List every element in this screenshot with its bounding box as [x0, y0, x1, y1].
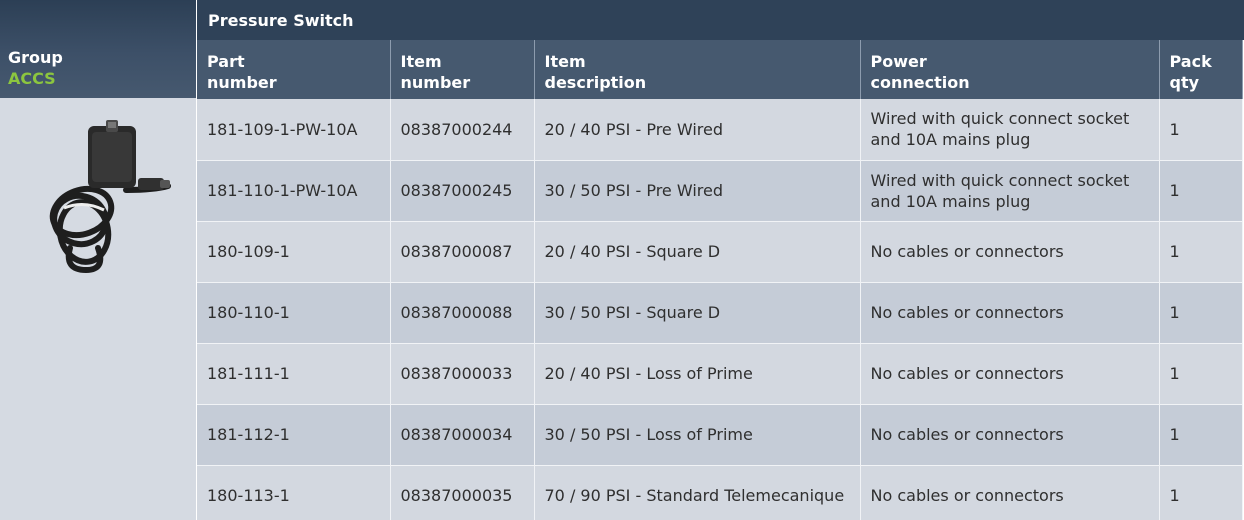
column-header-item-number: Item number [390, 40, 535, 99]
product-image-panel [0, 98, 196, 520]
cell-item-description: 20 / 40 PSI - Square D [534, 221, 861, 283]
cell-item-number: 08387000244 [390, 99, 535, 161]
cell-item-description: 30 / 50 PSI - Square D [534, 282, 861, 344]
cell-part-number: 180-109-1 [197, 221, 391, 283]
cell-item-description: 20 / 40 PSI - Loss of Prime [534, 343, 861, 405]
cell-power-connection: No cables or connectors [860, 343, 1160, 405]
column-header-pack-qty: Pack qty [1159, 40, 1243, 99]
cell-power-connection: Wired with quick connect socket and 10A … [860, 160, 1160, 222]
cell-part-number: 181-110-1-PW-10A [197, 160, 391, 222]
cell-power-connection: Wired with quick connect socket and 10A … [860, 99, 1160, 161]
table-row[interactable]: 181-112-1 08387000034 30 / 50 PSI - Loss… [197, 404, 1243, 466]
table-header-row: Part number Item number Item description… [197, 40, 1243, 99]
cell-item-number: 08387000088 [390, 282, 535, 344]
cell-item-number: 08387000035 [390, 465, 535, 520]
column-header-text: number [207, 73, 277, 92]
cell-pack-qty: 1 [1159, 160, 1243, 222]
cell-item-description: 70 / 90 PSI - Standard Telemecanique [534, 465, 861, 520]
column-header-text: Power [870, 52, 927, 71]
cell-item-number: 08387000245 [390, 160, 535, 222]
section-title: Pressure Switch [197, 0, 1244, 40]
table-row[interactable]: 180-113-1 08387000035 70 / 90 PSI - Stan… [197, 465, 1243, 520]
group-label: Group [8, 48, 63, 67]
cell-pack-qty: 1 [1159, 221, 1243, 283]
group-value[interactable]: ACCS [8, 68, 196, 90]
cell-item-description: 30 / 50 PSI - Loss of Prime [534, 404, 861, 466]
cell-pack-qty: 1 [1159, 404, 1243, 466]
column-header-text: Pack [1169, 52, 1212, 71]
cell-item-number: 08387000034 [390, 404, 535, 466]
table-row[interactable]: 181-110-1-PW-10A 08387000245 30 / 50 PSI… [197, 160, 1243, 222]
cell-part-number: 180-110-1 [197, 282, 391, 344]
product-table-area: Pressure Switch Part number Item number [197, 0, 1244, 520]
column-header-text: Item [544, 52, 586, 71]
cell-item-description: 30 / 50 PSI - Pre Wired [534, 160, 861, 222]
cell-part-number: 180-113-1 [197, 465, 391, 520]
column-header-text: qty [1169, 73, 1200, 92]
cell-item-number: 08387000087 [390, 221, 535, 283]
table-row[interactable]: 181-111-1 08387000033 20 / 40 PSI - Loss… [197, 343, 1243, 405]
column-header-text: number [400, 73, 471, 92]
product-table-page: Group ACCS Pressure Switch Part number I… [0, 0, 1244, 520]
cell-part-number: 181-109-1-PW-10A [197, 99, 391, 161]
cell-pack-qty: 1 [1159, 343, 1243, 405]
cell-part-number: 181-112-1 [197, 404, 391, 466]
table-row[interactable]: 180-110-1 08387000088 30 / 50 PSI - Squa… [197, 282, 1243, 344]
cell-power-connection: No cables or connectors [860, 282, 1160, 344]
cell-item-description: 20 / 40 PSI - Pre Wired [534, 99, 861, 161]
column-header-text: Part [207, 52, 245, 71]
pressure-switch-photo-icon [49, 120, 171, 274]
table-row[interactable]: 180-109-1 08387000087 20 / 40 PSI - Squa… [197, 221, 1243, 283]
column-header-text: Item [400, 52, 442, 71]
cell-power-connection: No cables or connectors [860, 221, 1160, 283]
column-header-part-number: Part number [197, 40, 391, 99]
table-row[interactable]: 181-109-1-PW-10A 08387000244 20 / 40 PSI… [197, 99, 1243, 161]
cell-power-connection: No cables or connectors [860, 465, 1160, 520]
column-header-power-connection: Power connection [860, 40, 1160, 99]
cell-pack-qty: 1 [1159, 99, 1243, 161]
cell-item-number: 08387000033 [390, 343, 535, 405]
cell-pack-qty: 1 [1159, 282, 1243, 344]
cell-part-number: 181-111-1 [197, 343, 391, 405]
column-header-item-description: Item description [534, 40, 861, 99]
column-header-text: description [544, 73, 647, 92]
group-header: Group ACCS [0, 0, 196, 98]
product-table: Part number Item number Item description… [197, 40, 1243, 520]
cell-power-connection: No cables or connectors [860, 404, 1160, 466]
column-header-text: connection [870, 73, 970, 92]
cell-pack-qty: 1 [1159, 465, 1243, 520]
